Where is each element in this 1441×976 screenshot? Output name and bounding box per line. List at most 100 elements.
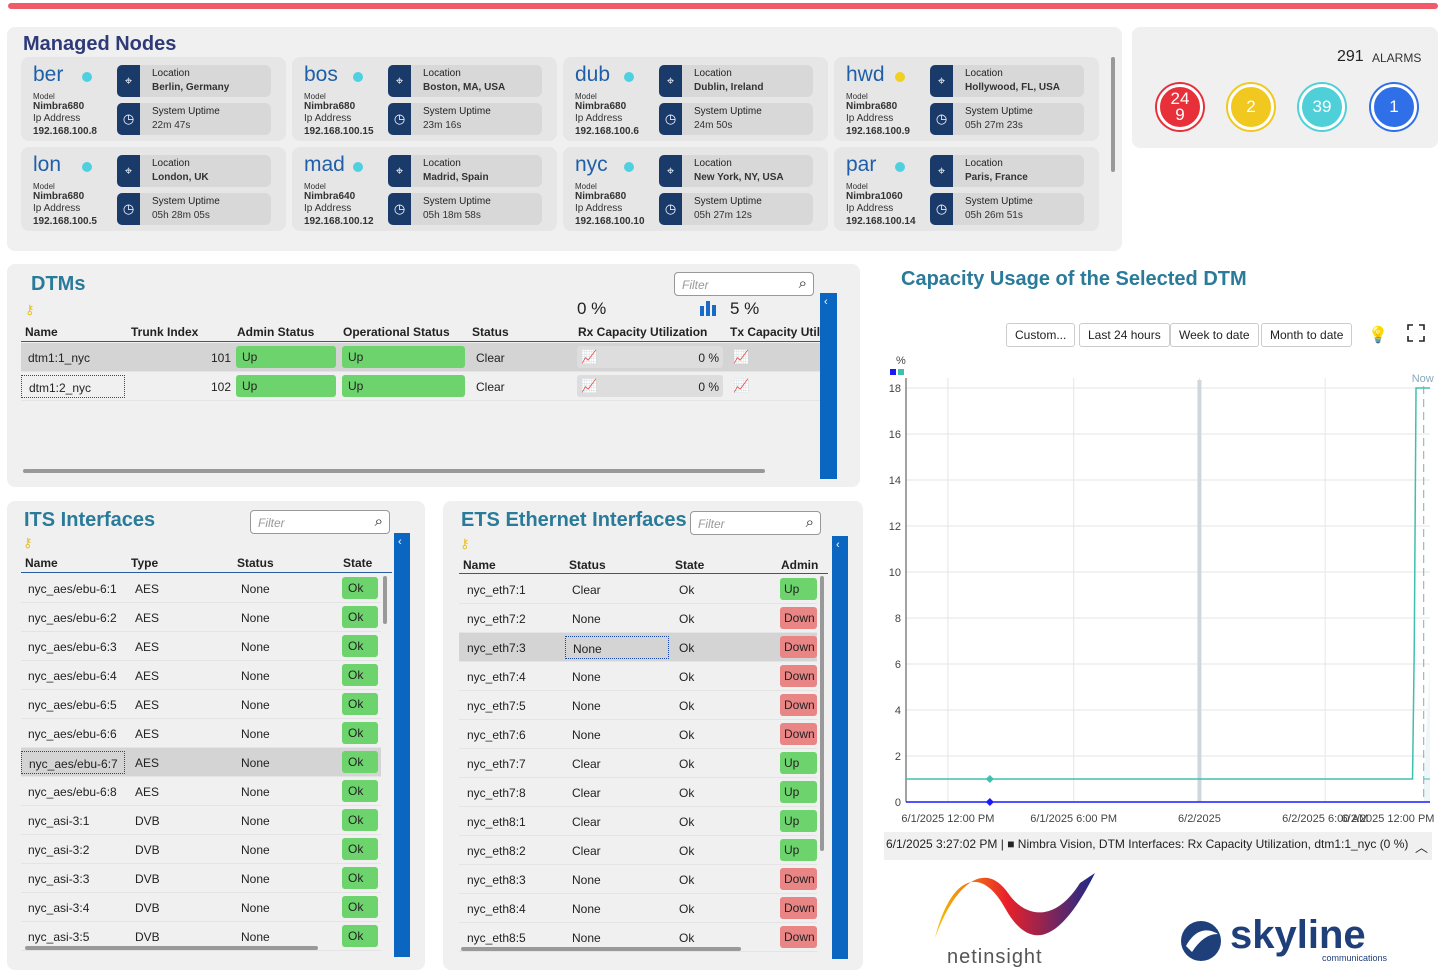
ets-name[interactable]: nyc_eth7:5 <box>467 699 526 713</box>
col-state[interactable]: State <box>343 556 372 570</box>
its-name[interactable]: nyc_aes/ebu-6:1 <box>21 577 125 600</box>
ets-name[interactable]: nyc_eth7:7 <box>467 757 526 771</box>
node-card-dub[interactable]: dub Model Nimbra680 Ip Address 192.168.1… <box>563 57 828 141</box>
node-card-ber[interactable]: ber Model Nimbra680 Ip Address 192.168.1… <box>21 57 286 141</box>
ets-name[interactable]: nyc_eth8:4 <box>467 902 526 916</box>
its-name[interactable]: nyc_aes/ebu-6:4 <box>21 664 125 687</box>
its-row[interactable]: nyc_aes/ebu-6:4 AES None Ok <box>21 661 381 690</box>
its-vscrollbar[interactable] <box>383 576 387 624</box>
col-state[interactable]: State <box>675 558 704 572</box>
its-name[interactable]: nyc_aes/ebu-6:3 <box>21 635 125 658</box>
col-name[interactable]: Name <box>463 558 496 572</box>
node-card-hwd[interactable]: hwd Model Nimbra680 Ip Address 192.168.1… <box>834 57 1099 141</box>
its-filter-input[interactable]: Filter ⌕ <box>250 510 390 534</box>
col-rx-capacity[interactable]: Rx Capacity Utilization <box>578 325 707 339</box>
node-name[interactable]: lon <box>33 153 61 177</box>
its-name[interactable]: nyc_aes/ebu-6:6 <box>21 722 125 745</box>
ets-row[interactable]: nyc_eth7:8 Clear Ok Up <box>459 778 817 807</box>
ets-row[interactable]: nyc_eth8:2 Clear Ok Up <box>459 836 817 865</box>
ets-name[interactable]: nyc_eth8:5 <box>467 931 526 945</box>
its-row[interactable]: nyc_asi-3:1 DVB None Ok <box>21 806 381 835</box>
dtm-name[interactable]: dtm1:1_nyc <box>21 346 125 369</box>
month-to-date-button[interactable]: Month to date <box>1261 323 1353 347</box>
ets-name[interactable]: nyc_eth7:8 <box>467 786 526 800</box>
dtm-name[interactable]: dtm1:2_nyc <box>21 375 125 398</box>
custom-range-button[interactable]: Custom... <box>1006 323 1076 347</box>
search-icon[interactable]: ⌕ <box>806 514 814 531</box>
ets-vscrollbar[interactable] <box>820 576 824 851</box>
ets-row[interactable]: nyc_eth8:3 None Ok Down <box>459 865 817 894</box>
dtm-row[interactable]: dtm1:2_nyc 102 Up Up Clear 📈 0 % 📈 <box>21 372 820 401</box>
capacity-chart[interactable]: 0 2 4 6 8 10 12 14 16 18 6/1/2025 12:00 PM 6/1/2025… <box>884 350 1434 830</box>
week-to-date-button[interactable]: Week to date <box>1170 323 1259 347</box>
its-name[interactable]: nyc_aes/ebu-6:2 <box>21 606 125 629</box>
its-side-panel-toggle[interactable]: ‹ <box>394 533 410 957</box>
its-name[interactable]: nyc_asi-3:5 <box>21 925 125 948</box>
trend-icon[interactable]: 📈 <box>581 378 597 394</box>
its-name[interactable]: nyc_asi-3:4 <box>21 896 125 919</box>
ets-name[interactable]: nyc_eth8:2 <box>467 844 526 858</box>
its-row[interactable]: nyc_aes/ebu-6:1 AES None Ok <box>21 574 381 603</box>
ets-row[interactable]: nyc_eth7:4 None Ok Down <box>459 662 817 691</box>
fullscreen-icon[interactable] <box>1407 324 1425 342</box>
ets-row[interactable]: nyc_eth7:1 Clear Ok Up <box>459 575 817 604</box>
its-row[interactable]: nyc_aes/ebu-6:7 AES None Ok <box>21 748 381 777</box>
its-hscrollbar[interactable] <box>25 946 318 950</box>
its-row[interactable]: nyc_aes/ebu-6:8 AES None Ok <box>21 777 381 806</box>
ets-row[interactable]: nyc_eth7:2 None Ok Down <box>459 604 817 633</box>
its-row[interactable]: nyc_aes/ebu-6:5 AES None Ok <box>21 690 381 719</box>
col-tx-capacity[interactable]: Tx Capacity Utiliz <box>730 325 820 339</box>
trend-icon[interactable]: 📈 <box>733 378 749 394</box>
chevron-up-icon[interactable]: ︿ <box>1415 837 1428 856</box>
ets-filter-input[interactable]: Filter ⌕ <box>690 511 821 535</box>
ets-name[interactable]: nyc_eth7:1 <box>467 583 526 597</box>
dtms-filter-input[interactable]: Filter ⌕ <box>674 272 814 296</box>
its-name[interactable]: nyc_asi-3:1 <box>21 809 125 832</box>
nodes-scrollbar[interactable] <box>1111 57 1115 172</box>
col-name[interactable]: Name <box>25 556 58 570</box>
node-card-bos[interactable]: bos Model Nimbra680 Ip Address 192.168.1… <box>292 57 557 141</box>
node-name[interactable]: hwd <box>846 63 885 87</box>
alarm-severity-circle[interactable]: 39 <box>1299 84 1345 130</box>
col-status[interactable]: Status <box>569 558 606 572</box>
ets-name[interactable]: nyc_eth7:2 <box>467 612 526 626</box>
alarm-severity-circle[interactable]: 2 <box>1228 84 1274 130</box>
node-name[interactable]: ber <box>33 63 63 87</box>
its-row[interactable]: nyc_asi-3:4 DVB None Ok <box>21 893 381 922</box>
ets-row[interactable]: nyc_eth7:7 Clear Ok Up <box>459 749 817 778</box>
alarm-severity-circle[interactable]: 1 <box>1371 84 1417 130</box>
last-24-hours-button[interactable]: Last 24 hours <box>1079 323 1170 347</box>
col-status[interactable]: Status <box>237 556 274 570</box>
col-admin[interactable]: Admin <box>781 558 818 572</box>
ets-hscrollbar[interactable] <box>461 947 741 951</box>
its-name[interactable]: nyc_asi-3:3 <box>21 867 125 890</box>
node-name[interactable]: mad <box>304 153 345 177</box>
ets-row[interactable]: nyc_eth8:4 None Ok Down <box>459 894 817 923</box>
ets-row[interactable]: nyc_eth8:1 Clear Ok Up <box>459 807 817 836</box>
ets-row[interactable]: nyc_eth7:5 None Ok Down <box>459 691 817 720</box>
lightbulb-icon[interactable]: 💡 <box>1368 325 1388 345</box>
node-card-par[interactable]: par Model Nimbra1060 Ip Address 192.168.… <box>834 147 1099 231</box>
col-trunk-index[interactable]: Trunk Index <box>131 325 198 339</box>
trend-icon[interactable]: 📈 <box>733 349 749 365</box>
its-row[interactable]: nyc_aes/ebu-6:6 AES None Ok <box>21 719 381 748</box>
ets-side-panel-toggle[interactable]: ‹ <box>832 536 848 959</box>
ets-name[interactable]: nyc_eth7:6 <box>467 728 526 742</box>
col-type[interactable]: Type <box>131 556 158 570</box>
node-name[interactable]: nyc <box>575 153 608 177</box>
col-name[interactable]: Name <box>25 325 58 339</box>
search-icon[interactable]: ⌕ <box>799 275 807 292</box>
ets-name[interactable]: nyc_eth8:1 <box>467 815 526 829</box>
its-row[interactable]: nyc_asi-3:3 DVB None Ok <box>21 864 381 893</box>
its-row[interactable]: nyc_aes/ebu-6:3 AES None Ok <box>21 632 381 661</box>
trend-icon[interactable]: 📈 <box>581 349 597 365</box>
ets-name[interactable]: nyc_eth7:3 <box>467 641 526 655</box>
col-operational-status[interactable]: Operational Status <box>343 325 450 339</box>
dtms-hscrollbar[interactable] <box>23 469 765 473</box>
dtms-side-panel-toggle[interactable]: ‹ <box>820 293 837 479</box>
ets-name[interactable]: nyc_eth8:3 <box>467 873 526 887</box>
node-card-nyc[interactable]: nyc Model Nimbra680 Ip Address 192.168.1… <box>563 147 828 231</box>
node-name[interactable]: par <box>846 153 876 177</box>
its-name[interactable]: nyc_asi-3:2 <box>21 838 125 861</box>
node-card-mad[interactable]: mad Model Nimbra640 Ip Address 192.168.1… <box>292 147 557 231</box>
